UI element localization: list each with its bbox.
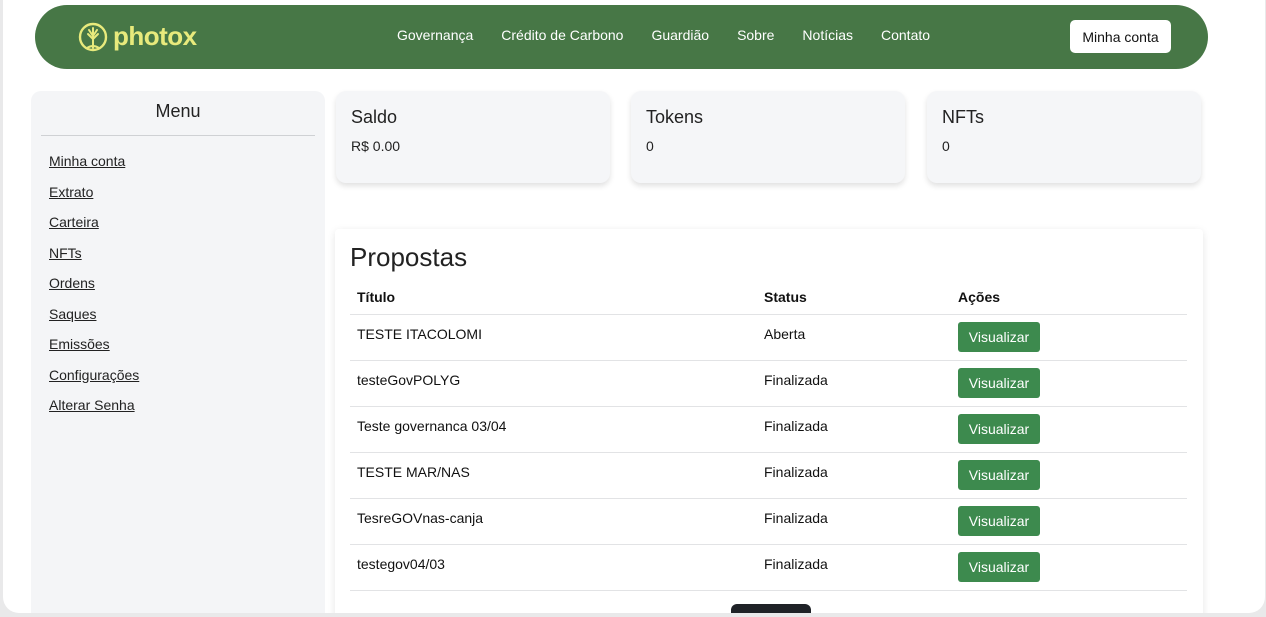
sidebar-menu: Menu Minha conta Extrato Carteira NFTs O…	[31, 91, 325, 613]
proposal-status: Finalizada	[764, 556, 828, 572]
nav-link-contato[interactable]: Contato	[881, 27, 930, 43]
view-button[interactable]: Visualizar	[958, 506, 1040, 536]
nfts-card-value: 0	[942, 138, 950, 154]
proposal-status: Finalizada	[764, 418, 828, 434]
nav-link-sobre[interactable]: Sobre	[737, 27, 774, 43]
column-header-actions: Ações	[958, 289, 1001, 305]
table-row: testeGovPOLYG Finalizada Visualizar	[350, 361, 1187, 407]
tokens-card: Tokens 0	[631, 91, 905, 183]
sidebar-item-carteira[interactable]: Carteira	[49, 213, 325, 244]
sidebar-item-emissoes[interactable]: Emissões	[49, 335, 325, 366]
proposal-status: Aberta	[764, 326, 806, 342]
table-row: testegov04/03 Finalizada Visualizar	[350, 545, 1187, 591]
nfts-card-title: NFTs	[942, 107, 984, 127]
proposal-status: Finalizada	[764, 510, 828, 526]
sidebar-item-ordens[interactable]: Ordens	[49, 274, 325, 305]
view-button[interactable]: Visualizar	[958, 414, 1040, 444]
table-row: Teste governanca 03/04 Finalizada Visual…	[350, 407, 1187, 453]
sidebar-divider	[41, 135, 315, 136]
nfts-card: NFTs 0	[927, 91, 1201, 183]
tree-icon	[78, 22, 108, 51]
balance-card-value: R$ 0.00	[351, 138, 401, 154]
sidebar-item-extrato[interactable]: Extrato	[49, 183, 325, 214]
proposals-panel: Propostas Título Status Ações TESTE ITAC…	[335, 229, 1203, 613]
balance-card-title: Saldo	[351, 107, 398, 127]
top-navbar: photox Governança Crédito de Carbono Gua…	[35, 5, 1208, 69]
sidebar-item-saques[interactable]: Saques	[49, 305, 325, 336]
brand-name: photox	[113, 21, 197, 51]
proposal-title: TESTE ITACOLOMI	[357, 326, 482, 342]
sidebar-item-configuracoes[interactable]: Configurações	[49, 366, 325, 397]
nav-link-noticias[interactable]: Notícias	[802, 27, 853, 43]
pagination-button[interactable]	[731, 604, 811, 613]
table-row: TESTE ITACOLOMI Aberta Visualizar	[350, 315, 1187, 361]
nav-links: Governança Crédito de Carbono Guardião S…	[397, 27, 958, 43]
tokens-card-title: Tokens	[646, 107, 704, 127]
proposal-title: testeGovPOLYG	[357, 372, 461, 388]
nav-link-governanca[interactable]: Governança	[397, 27, 473, 43]
table-row: TESTE MAR/NAS Finalizada Visualizar	[350, 453, 1187, 499]
column-header-title: Título	[357, 289, 396, 305]
view-button[interactable]: Visualizar	[958, 322, 1040, 352]
table-row: TesreGOVnas-canja Finalizada Visualizar	[350, 499, 1187, 545]
tokens-card-value: 0	[646, 138, 654, 154]
proposal-status: Finalizada	[764, 372, 828, 388]
nav-link-guardiao[interactable]: Guardião	[651, 27, 709, 43]
nav-link-credito-carbono[interactable]: Crédito de Carbono	[501, 27, 623, 43]
balance-card: Saldo R$ 0.00	[336, 91, 610, 183]
brand-logo[interactable]: photox	[77, 21, 197, 52]
table-header: Título Status Ações	[350, 281, 1187, 315]
account-button[interactable]: Minha conta	[1070, 20, 1171, 53]
sidebar-item-minha-conta[interactable]: Minha conta	[49, 152, 325, 183]
sidebar-title: Menu	[155, 101, 201, 121]
proposal-title: TESTE MAR/NAS	[357, 464, 470, 480]
view-button[interactable]: Visualizar	[958, 460, 1040, 490]
view-button[interactable]: Visualizar	[958, 368, 1040, 398]
sidebar-item-nfts[interactable]: NFTs	[49, 244, 325, 275]
proposal-status: Finalizada	[764, 464, 828, 480]
proposals-table: Título Status Ações TESTE ITACOLOMI Aber…	[350, 281, 1187, 591]
proposals-title: Propostas	[350, 242, 468, 272]
column-header-status: Status	[764, 289, 807, 305]
proposal-title: Teste governanca 03/04	[357, 418, 507, 434]
app-window: photox Governança Crédito de Carbono Gua…	[3, 0, 1265, 613]
proposal-title: TesreGOVnas-canja	[357, 510, 484, 526]
sidebar-list: Minha conta Extrato Carteira NFTs Ordens…	[31, 152, 325, 427]
view-button[interactable]: Visualizar	[958, 552, 1040, 582]
proposal-title: testegov04/03	[357, 556, 445, 572]
sidebar-item-alterar-senha[interactable]: Alterar Senha	[49, 396, 325, 427]
